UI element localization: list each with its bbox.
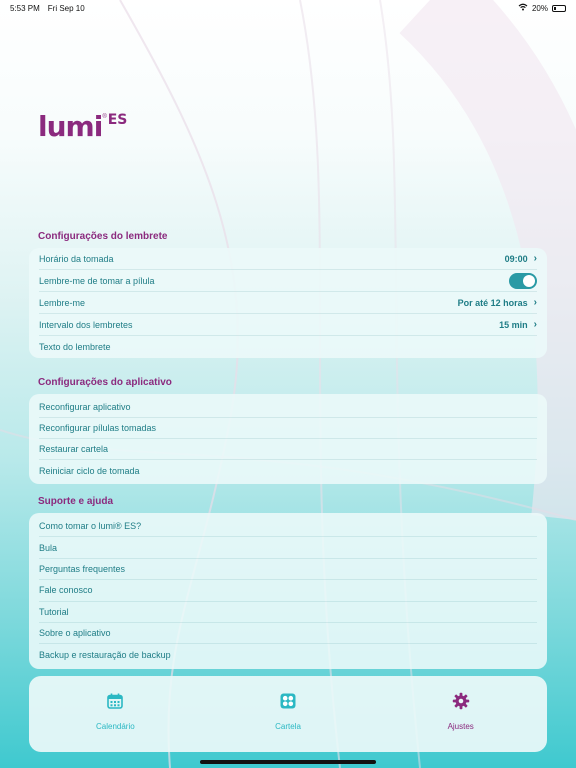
row-label: Backup e restauração de backup [39,650,171,661]
chevron-right-icon: › [533,319,537,330]
row-label: Reconfigurar aplicativo [39,402,131,412]
row-label: Restaurar cartela [39,444,109,454]
tab-settings[interactable]: Ajustes [374,676,547,752]
section-title-app: Configurações do aplicativo [38,377,172,388]
tab-bar: Calendário Cartela Ajustes [29,676,547,752]
logo-text: lumi [38,110,103,143]
wifi-icon [518,3,528,13]
pill-pack-icon [279,692,297,710]
row-label: Perguntas frequentes [39,563,126,574]
row-restart-cycle[interactable]: Reiniciar ciclo de tomada [39,460,537,481]
row-label: Texto do lembrete [39,342,111,352]
row-restore-pack[interactable]: Restaurar cartela [39,439,537,460]
row-value: 09:00 [504,253,528,264]
status-time: 5:53 PM [10,3,40,13]
row-reminder-interval[interactable]: Intervalo dos lembretes 15 min › [39,314,537,336]
row-label: Tutorial [39,606,69,617]
row-about[interactable]: Sobre o aplicativo [39,623,537,645]
row-backup[interactable]: Backup e restauração de backup [39,644,537,665]
row-remind-me[interactable]: Lembre-me Por até 12 horas › [39,292,537,314]
row-label: Sobre o aplicativo [39,628,111,639]
row-leaflet[interactable]: Bula [39,537,537,559]
support-card: Como tomar o lumi® ES? Bula Perguntas fr… [29,513,547,669]
row-label: Reiniciar ciclo de tomada [39,465,140,476]
section-title-support: Suporte e ajuda [38,496,114,507]
row-label: Lembre-me de tomar a pílula [39,275,155,286]
row-label: Lembre-me [39,297,86,308]
row-faq[interactable]: Perguntas frequentes [39,559,537,581]
gear-icon [452,692,470,710]
logo-suffix: ES [107,112,128,128]
row-label: Horário da tomada [39,253,114,264]
toggle-knob [523,274,535,287]
tab-label: Cartela [275,722,301,731]
row-label: Reconfigurar pílulas tomadas [39,423,157,433]
pill-reminder-toggle[interactable] [509,272,537,289]
row-reconfigure-pills[interactable]: Reconfigurar pílulas tomadas [39,418,537,439]
battery-icon [552,4,566,12]
row-how-to-take[interactable]: Como tomar o lumi® ES? [39,516,537,538]
tab-label: Calendário [95,722,135,731]
tab-pack[interactable]: Cartela [202,676,375,752]
row-label: Intervalo dos lembretes [39,319,133,330]
status-date: Fri Sep 10 [47,3,85,13]
row-dose-time[interactable]: Horário da tomada 09:00 › [39,248,537,270]
logo-registered: ® [102,114,107,120]
row-label: Bula [39,542,58,553]
status-bar: 5:53 PM Fri Sep 10 20% [0,0,576,16]
row-value: 15 min [499,319,528,330]
row-reconfigure-app[interactable]: Reconfigurar aplicativo [39,397,537,418]
row-tutorial[interactable]: Tutorial [39,602,537,623]
row-contact[interactable]: Fale conosco [39,580,537,602]
tab-label: Ajustes [447,722,474,731]
battery-percent: 20% [531,3,548,13]
tab-calendar[interactable]: Calendário [29,676,202,752]
chevron-right-icon: › [533,253,537,264]
row-reminder-text[interactable]: Texto do lembrete [39,336,537,358]
app-logo: lumi ® ES [38,110,127,143]
home-indicator [200,760,376,764]
calendar-icon [106,692,124,710]
row-pill-reminder: Lembre-me de tomar a pílula [39,270,537,292]
row-label: Como tomar o lumi® ES? [39,521,142,532]
row-value: Por até 12 horas [457,297,528,308]
section-title-reminder: Configurações do lembrete [38,231,168,242]
row-label: Fale conosco [39,585,93,596]
chevron-right-icon: › [533,297,537,308]
app-settings-card: Reconfigurar aplicativo Reconfigurar píl… [29,394,547,484]
reminder-settings-card: Horário da tomada 09:00 › Lembre-me de t… [29,248,547,358]
